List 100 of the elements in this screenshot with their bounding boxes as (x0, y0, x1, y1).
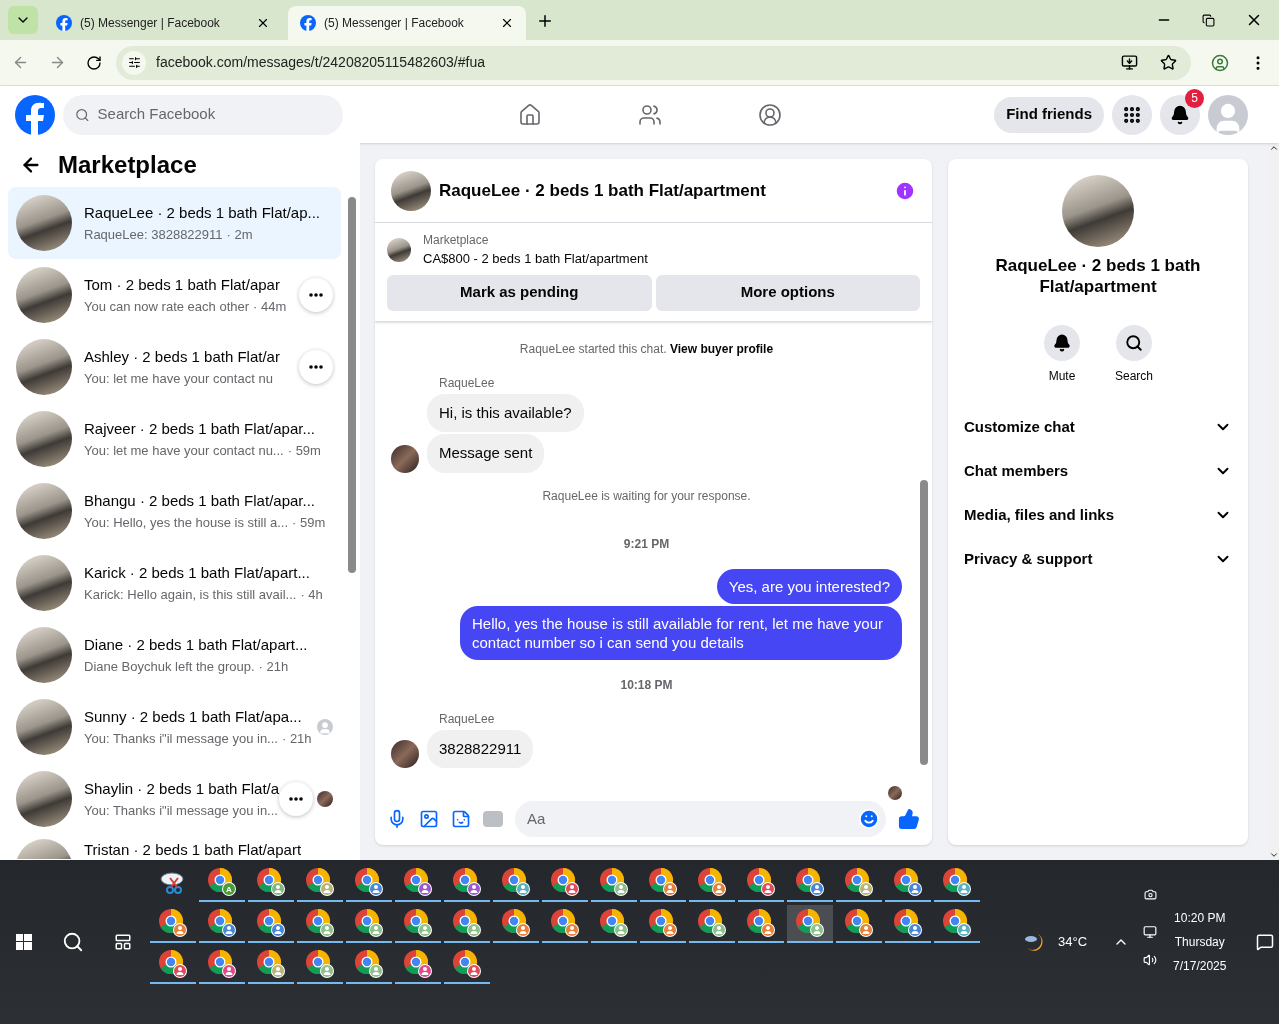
install-icon[interactable] (1121, 54, 1138, 71)
chat-list-item[interactable]: Bhangu · 2 beds 1 bath Flat/apar... You: Hello, yes the house is still a... · 59m (8, 475, 342, 547)
tab-title: (5) Messenger | Facebook (80, 15, 221, 32)
browser-profile-icon (403, 949, 433, 979)
new-tab-icon[interactable] (536, 12, 554, 30)
chat-list-item[interactable]: Shaylin · 2 beds 1 bath Flat/a You: Thanks i"il message you in... (8, 763, 342, 835)
listing-photo (387, 237, 411, 262)
search-field[interactable]: Search Facebook (63, 94, 343, 135)
notifications-button[interactable] (1160, 94, 1200, 135)
bookmark-star-icon[interactable] (1160, 54, 1177, 71)
browser-profile-icon (648, 908, 678, 938)
bell-icon (1053, 334, 1071, 352)
browser-profile-icon (648, 867, 678, 897)
page-scrollbar[interactable] (1268, 143, 1279, 860)
search-icon[interactable] (62, 931, 84, 953)
incoming-message: 3828822911 (427, 729, 534, 768)
tab-list-button[interactable] (8, 6, 38, 34)
facebook-logo-icon (56, 15, 72, 31)
taskbar-app[interactable]: A (199, 864, 245, 902)
browser-profile-icon (844, 908, 874, 938)
chat-title: Ashley · 2 beds 1 bath Flat/ar (84, 347, 280, 367)
chat-time: · 59m (287, 441, 321, 460)
chat-list-item[interactable]: RaqueLee · 2 beds 1 bath Flat/ap... RaqueLee: 3828822911 · 2m (8, 187, 342, 259)
chat-title: Karick · 2 beds 1 bath Flat/apart... (84, 563, 310, 583)
chat-time: · 21h (281, 729, 312, 748)
more-button[interactable] (279, 782, 314, 816)
listing-action-button[interactable]: More options (655, 274, 920, 311)
emoji-icon[interactable] (858, 808, 880, 830)
browser-profile-icon (795, 908, 825, 938)
message-field[interactable]: Aa (515, 801, 886, 837)
clock-date: 7/17/2025 (1173, 958, 1227, 975)
windows-icon[interactable] (16, 934, 32, 950)
browser-profile-icon (207, 949, 237, 979)
outgoing-message: Yes, are you interested? (716, 568, 902, 604)
close-icon[interactable] (500, 16, 514, 30)
browser-profile-icon (795, 867, 825, 897)
more-icon (309, 293, 324, 297)
forward-icon[interactable] (49, 54, 66, 71)
accordion-item[interactable]: Chat members (956, 449, 1240, 493)
browser-tab[interactable]: (5) Messenger | Facebook (44, 6, 282, 40)
more-button[interactable] (299, 350, 334, 384)
clock[interactable]: 10:20 PM Thursday 7/17/2025 (1173, 909, 1227, 975)
listing-photo (16, 555, 72, 611)
chat-list-item[interactable]: Diane · 2 beds 1 bath Flat/apart... Diane Boychuk left the group. · 21h (8, 619, 342, 691)
buyer-profile-link[interactable]: View buyer profile (669, 341, 774, 356)
browser-profile-icon (893, 908, 923, 938)
chat-list-item[interactable]: Sunny · 2 beds 1 bath Flat/apa... You: Thanks i"il message you in... · 21h (8, 691, 342, 763)
browser-profile-icon (305, 949, 335, 979)
like-icon[interactable] (898, 808, 920, 830)
network-icon[interactable] (1143, 924, 1158, 939)
browser-profile-icon (354, 908, 384, 938)
menu-button[interactable] (1112, 94, 1152, 135)
find-friends-button[interactable]: Find friends (994, 96, 1104, 133)
browser-tab[interactable]: (5) Messenger | Facebook (288, 6, 526, 40)
restore-icon[interactable] (1202, 13, 1215, 27)
chat-notice: RaqueLee is waiting for your response. (542, 487, 751, 505)
chat-list-item[interactable]: Ashley · 2 beds 1 bath Flat/ar You: let me have your contact nu (8, 331, 342, 403)
accordion-item[interactable]: Media, files and links (956, 493, 1240, 537)
address-bar[interactable]: facebook.com/messages/t/24208205115482603/#fua (116, 45, 1191, 80)
browser-profile-icon (550, 908, 580, 938)
volume-icon[interactable] (1143, 952, 1158, 967)
contact-name: RaqueLee · 2 beds 1 bath Flat/apartment (994, 255, 1202, 297)
microphone-icon[interactable] (387, 809, 407, 829)
message-input[interactable]: Aa (527, 807, 858, 831)
chat-title: Shaylin · 2 beds 1 bath Flat/a (84, 779, 280, 799)
scroll-down-icon[interactable] (1268, 850, 1279, 860)
chat-preview: You: let me have your contact nu... (84, 441, 284, 460)
listing-photo (16, 267, 72, 323)
browser-profile-icon (746, 867, 776, 897)
info-icon[interactable] (894, 179, 916, 202)
more-button[interactable] (299, 278, 334, 312)
browser-profile-icon (452, 949, 482, 979)
close-icon[interactable] (256, 16, 270, 30)
sticker-icon[interactable] (451, 809, 471, 829)
sender-name: RaqueLee (439, 374, 496, 392)
chat-list-item[interactable]: Karick · 2 beds 1 bath Flat/apart... Karick: Hello again, is this still avail... · 4h (8, 547, 342, 619)
action-label: Mute (1048, 368, 1076, 385)
chat-time: · 2m (226, 225, 253, 244)
listing-action-button[interactable]: Mark as pending (387, 274, 652, 311)
profile-icon[interactable] (1211, 53, 1229, 72)
image-icon[interactable] (419, 809, 439, 829)
accordion-item[interactable]: Privacy & support (956, 537, 1240, 581)
task-view-icon[interactable] (114, 933, 132, 951)
chat-preview: You: Thanks i"il message you in... (84, 801, 278, 820)
temperature: 34°C (1058, 933, 1088, 952)
search-input[interactable]: Search Facebook (97, 103, 331, 126)
url-text: facebook.com/messages/t/24208205115482603/#fua (156, 53, 486, 72)
camera-icon[interactable] (1143, 887, 1157, 901)
reload-icon[interactable] (86, 54, 102, 71)
scroll-up-icon[interactable] (1268, 143, 1279, 153)
chat-list-item[interactable]: Rajveer · 2 beds 1 bath Flat/apar... You: let me have your contact nu... · 59m (8, 403, 342, 475)
browser-profile-icon (256, 867, 286, 897)
facebook-logo-icon (15, 94, 55, 135)
home-icon (518, 102, 542, 127)
chat-list-item[interactable]: Tom · 2 beds 1 bath Flat/apar You can now rate each other · 44m (8, 259, 342, 331)
chat-notice: RaqueLee started this chat. View buyer profile (519, 340, 774, 358)
taskbar-app[interactable] (787, 905, 833, 943)
accordion-item[interactable]: Customize chat (956, 405, 1240, 449)
chat-title: Tom · 2 beds 1 bath Flat/apar (84, 275, 280, 295)
notifications-icon[interactable] (1256, 933, 1275, 951)
